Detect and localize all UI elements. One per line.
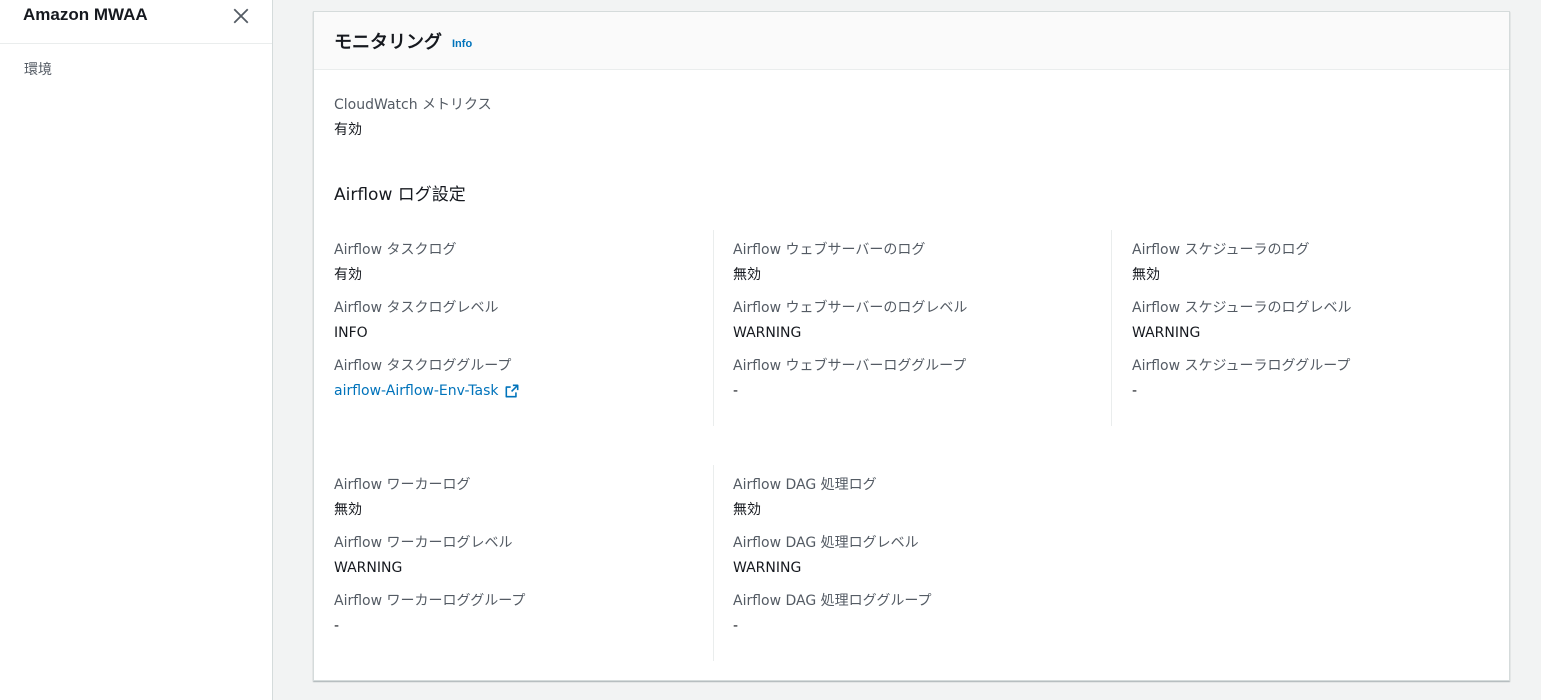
worker-log-level-item: Airflow ワーカーログレベル WARNING	[334, 534, 694, 577]
dag-processing-log-level-value: WARNING	[733, 560, 802, 576]
webserver-log-level-item: Airflow ウェブサーバーのログレベル WARNING	[733, 299, 1093, 342]
column-divider	[713, 465, 714, 661]
dag-processing-log-value: 無効	[733, 502, 761, 518]
worker-log-group-label: Airflow ワーカーロググループ	[334, 593, 526, 609]
scheduler-log-item: Airflow スケジューラのログ 無効	[1132, 241, 1492, 284]
worker-log-label: Airflow ワーカーログ	[334, 477, 471, 493]
cloudwatch-metrics: CloudWatch メトリクス 有効	[334, 96, 492, 139]
webserver-log-label: Airflow ウェブサーバーのログ	[733, 242, 926, 258]
task-log-item: Airflow タスクログ 有効	[334, 241, 694, 284]
worker-log-group: Airflow ワーカーログ 無効 Airflow ワーカーログレベル WARN…	[334, 476, 694, 635]
info-link[interactable]: Info	[452, 38, 472, 50]
sidebar-title: Amazon MWAA	[23, 5, 148, 24]
dag-processing-log-group-item: Airflow DAG 処理ロググループ -	[733, 592, 1093, 635]
side-navigation: Amazon MWAA 環境	[0, 0, 273, 700]
close-icon[interactable]	[232, 7, 250, 25]
webserver-log-level-value: WARNING	[733, 325, 802, 341]
scheduler-log-group-label: Airflow スケジューラロググループ	[1132, 358, 1351, 374]
scheduler-log-group: Airflow スケジューラのログ 無効 Airflow スケジューラのログレベ…	[1132, 241, 1492, 400]
dag-processing-log-level-label: Airflow DAG 処理ログレベル	[733, 535, 919, 551]
scheduler-log-group-value: -	[1132, 383, 1138, 399]
panel-header: モニタリング Info	[314, 12, 1509, 70]
dag-processing-log-label: Airflow DAG 処理ログ	[733, 477, 877, 493]
column-divider	[713, 230, 714, 426]
task-log-group-link-text: airflow-Airflow-Env-Task	[334, 383, 499, 399]
webserver-log-group-label: Airflow ウェブサーバーロググループ	[733, 358, 967, 374]
scheduler-log-level-value: WARNING	[1132, 325, 1201, 341]
webserver-log-level-label: Airflow ウェブサーバーのログレベル	[733, 300, 968, 316]
task-log-group-value-wrap: airflow-Airflow-Env-Task	[334, 382, 694, 400]
scheduler-log-group-item: Airflow スケジューラロググループ -	[1132, 357, 1492, 400]
scheduler-log-value: 無効	[1132, 267, 1160, 283]
webserver-log-group-value: -	[733, 383, 739, 399]
monitoring-panel: モニタリング Info CloudWatch メトリクス 有効 Airflow …	[313, 11, 1510, 681]
airflow-log-settings-heading: Airflow ログ設定	[334, 185, 466, 205]
worker-log-level-label: Airflow ワーカーログレベル	[334, 535, 513, 551]
worker-log-group-value: -	[334, 618, 340, 634]
sidebar-nav: 環境	[0, 44, 272, 94]
sidebar-header: Amazon MWAA	[0, 0, 272, 44]
task-log-group: Airflow タスクログ 有効 Airflow タスクログレベル INFO A…	[334, 241, 694, 400]
dag-processing-log-level-item: Airflow DAG 処理ログレベル WARNING	[733, 534, 1093, 577]
main-content: モニタリング Info CloudWatch メトリクス 有効 Airflow …	[274, 0, 1541, 700]
dag-processing-log-group-label: Airflow DAG 処理ロググループ	[733, 593, 932, 609]
task-log-label: Airflow タスクログ	[334, 242, 457, 258]
worker-log-group-item: Airflow ワーカーロググループ -	[334, 592, 694, 635]
scheduler-log-level-label: Airflow スケジューラのログレベル	[1132, 300, 1352, 316]
worker-log-value: 無効	[334, 502, 362, 518]
dag-processing-log-item: Airflow DAG 処理ログ 無効	[733, 476, 1093, 519]
external-link-icon	[505, 384, 519, 398]
webserver-log-group-item: Airflow ウェブサーバーロググループ -	[733, 357, 1093, 400]
task-log-group-item: Airflow タスクロググループ airflow-Airflow-Env-Ta…	[334, 357, 694, 400]
scheduler-log-level-item: Airflow スケジューラのログレベル WARNING	[1132, 299, 1492, 342]
task-log-level-value: INFO	[334, 325, 368, 341]
worker-log-item: Airflow ワーカーログ 無効	[334, 476, 694, 519]
webserver-log-group: Airflow ウェブサーバーのログ 無効 Airflow ウェブサーバーのログ…	[733, 241, 1093, 400]
panel-title: モニタリング	[334, 31, 442, 53]
task-log-group-label: Airflow タスクロググループ	[334, 358, 512, 374]
scheduler-log-label: Airflow スケジューラのログ	[1132, 242, 1310, 258]
task-log-value: 有効	[334, 267, 362, 283]
dag-processing-log-group: Airflow DAG 処理ログ 無効 Airflow DAG 処理ログレベル …	[733, 476, 1093, 635]
cloudwatch-metrics-label: CloudWatch メトリクス	[334, 97, 492, 113]
task-log-group-link[interactable]: airflow-Airflow-Env-Task	[334, 382, 519, 400]
task-log-level-item: Airflow タスクログレベル INFO	[334, 299, 694, 342]
worker-log-level-value: WARNING	[334, 560, 403, 576]
cloudwatch-metrics-value: 有効	[334, 122, 362, 138]
sidebar-item-environments[interactable]: 環境	[24, 60, 248, 78]
column-divider	[1111, 230, 1112, 426]
task-log-level-label: Airflow タスクログレベル	[334, 300, 499, 316]
webserver-log-item: Airflow ウェブサーバーのログ 無効	[733, 241, 1093, 284]
dag-processing-log-group-value: -	[733, 618, 739, 634]
webserver-log-value: 無効	[733, 267, 761, 283]
